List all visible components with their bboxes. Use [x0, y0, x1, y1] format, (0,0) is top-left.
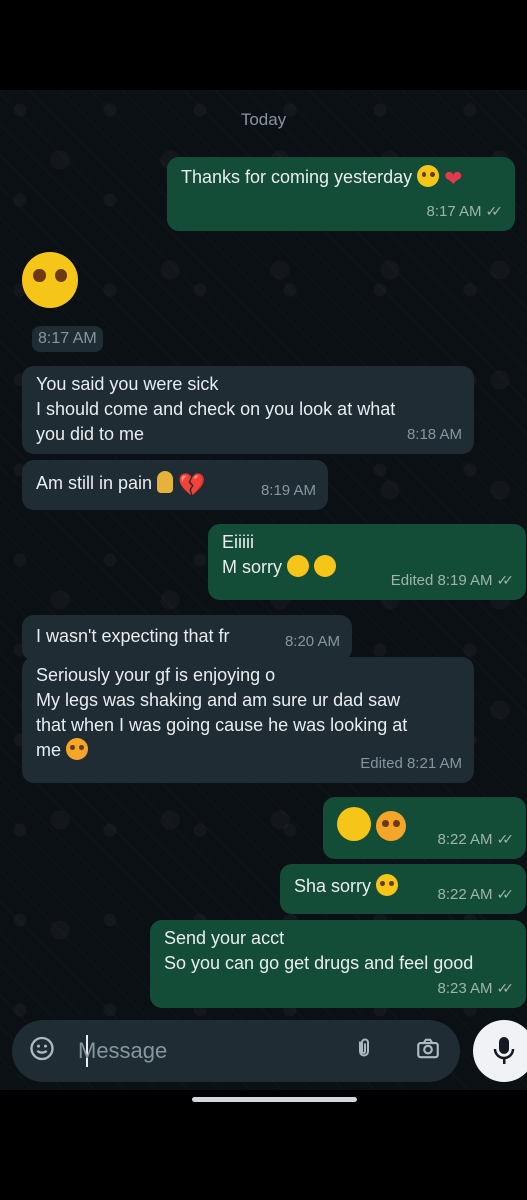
unamused-face-emoji [22, 252, 78, 308]
message-text: Eiiiii M sorry [222, 532, 282, 577]
message-time: Edited 8:19 AM [390, 572, 493, 589]
read-ticks-icon: ✓✓ [485, 203, 504, 219]
message-text: Thanks for coming yesterday [181, 167, 413, 187]
chat-area[interactable]: Today Thanks for coming yesterday ❤ 8:17… [0, 90, 527, 1090]
message-input-bar[interactable]: Message [12, 1020, 460, 1082]
mic-button[interactable] [473, 1020, 527, 1082]
upside-down-face-emoji [337, 807, 371, 841]
message-bubble-in[interactable]: I wasn't expecting that fr 8:20 AM [22, 615, 352, 661]
message-time: 8:19 AM [260, 482, 316, 499]
message-bubble-out[interactable]: Eiiiii M sorry Edited 8:19 AM ✓✓ [208, 524, 526, 600]
message-bubble-out[interactable]: Sha sorry 8:22 AM ✓✓ [280, 864, 526, 914]
message-text: Am still in pain [36, 473, 153, 493]
message-text: Send your acct So you can go get drugs a… [164, 928, 474, 973]
bandaged-heart-emoji: ❤ [444, 166, 463, 191]
message-time: 8:23 AM [437, 980, 493, 997]
message-time: 8:22 AM [437, 886, 493, 903]
message-bubble-out[interactable]: Thanks for coming yesterday ❤ 8:17 AM ✓✓ [167, 157, 515, 231]
sad-face-emoji [287, 555, 310, 577]
message-emoji-only[interactable]: 8:17 AM [22, 252, 112, 352]
cat-crying-laughing-emoji [376, 811, 407, 841]
read-ticks-icon: ✓✓ [496, 572, 515, 588]
cat-crying-laughing-emoji [66, 738, 89, 760]
message-bubble-in[interactable]: Seriously your gf is enjoying o My legs … [22, 657, 474, 783]
message-text: You said you were sick I should come and… [36, 374, 396, 444]
read-ticks-icon: ✓✓ [496, 980, 515, 996]
date-label: Today [240, 110, 287, 129]
message-time: Edited 8:21 AM [360, 755, 462, 772]
read-ticks-icon: ✓✓ [496, 831, 515, 847]
message-text: Sha sorry [294, 876, 372, 896]
message-bubble-out[interactable]: 8:22 AM ✓✓ [323, 797, 526, 859]
sticker-icon[interactable] [28, 1035, 56, 1068]
message-input[interactable]: Message [78, 1038, 167, 1064]
facepalm-emoji [157, 471, 174, 493]
read-ticks-icon: ✓✓ [496, 886, 515, 902]
message-time: 8:18 AM [406, 426, 462, 443]
pleading-face-emoji [417, 165, 440, 187]
message-text: I wasn't expecting that fr [36, 626, 230, 646]
message-time: 8:22 AM [437, 831, 493, 848]
camera-icon[interactable] [414, 1036, 442, 1067]
pleading-face-emoji [376, 874, 399, 896]
mic-icon [492, 1035, 516, 1072]
home-indicator[interactable] [192, 1097, 357, 1102]
broken-heart-emoji: 💔 [178, 472, 206, 497]
crying-face-emoji [314, 555, 337, 577]
message-bubble-out[interactable]: Send your acct So you can go get drugs a… [150, 920, 526, 1008]
message-time: 8:17 AM [426, 203, 482, 220]
message-bubble-in[interactable]: You said you were sick I should come and… [22, 366, 474, 454]
paperclip-icon[interactable] [352, 1035, 376, 1068]
message-time: 8:17 AM [32, 326, 103, 352]
message-text: Seriously your gf is enjoying o My legs … [36, 665, 408, 760]
message-time: 8:20 AM [284, 633, 340, 650]
message-bubble-in[interactable]: Am still in pain 💔 8:19 AM [22, 460, 328, 510]
